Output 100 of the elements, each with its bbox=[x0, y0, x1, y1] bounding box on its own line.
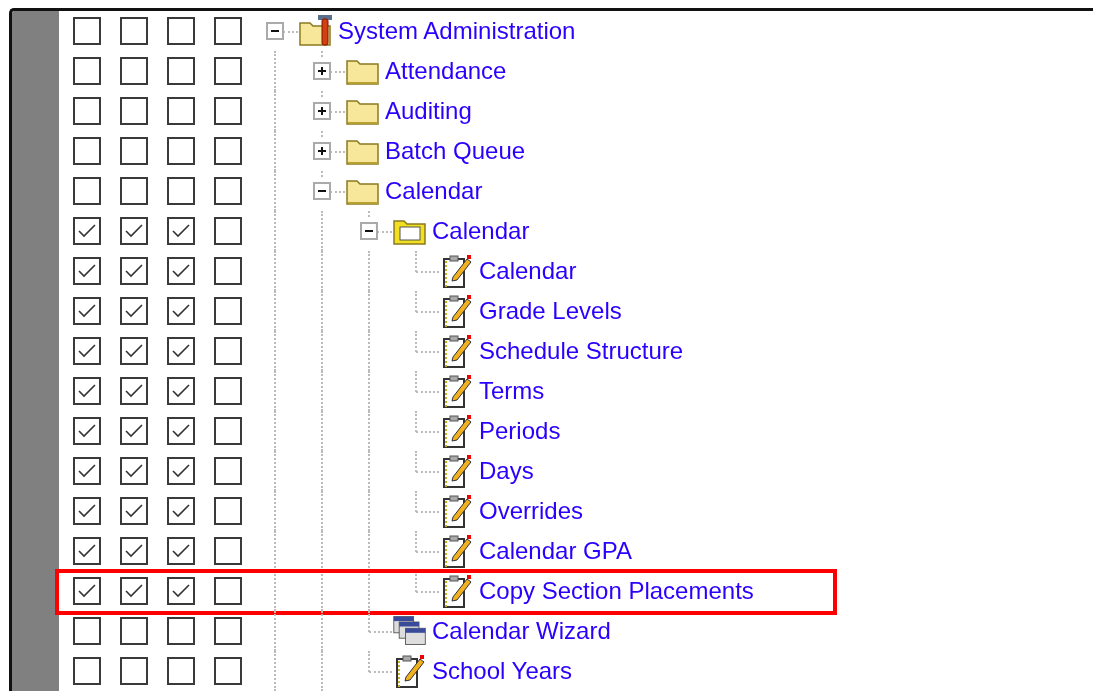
checkbox[interactable] bbox=[213, 17, 242, 45]
checkbox[interactable] bbox=[119, 137, 148, 165]
checkbox[interactable] bbox=[72, 577, 101, 605]
checkbox[interactable] bbox=[213, 417, 242, 445]
tree-item-link[interactable]: Schedule Structure bbox=[479, 337, 684, 365]
checkbox[interactable] bbox=[166, 337, 195, 365]
tree-item-link[interactable]: Batch Queue bbox=[385, 137, 526, 165]
toolbox-folder-icon bbox=[298, 13, 334, 49]
tree-item-link[interactable]: Calendar Wizard bbox=[432, 617, 611, 645]
tree-item-link[interactable]: Days bbox=[479, 457, 534, 485]
checkbox[interactable] bbox=[72, 257, 101, 285]
checkbox[interactable] bbox=[72, 457, 101, 485]
checkbox[interactable] bbox=[213, 217, 242, 245]
checkbox[interactable] bbox=[119, 497, 148, 525]
checkbox[interactable] bbox=[213, 617, 242, 645]
checkbox[interactable] bbox=[166, 377, 195, 405]
tree-item-link[interactable]: Periods bbox=[479, 417, 561, 445]
checkbox[interactable] bbox=[119, 337, 148, 365]
tree-item-link[interactable]: Overrides bbox=[479, 497, 584, 525]
checkbox[interactable] bbox=[166, 417, 195, 445]
collapse-toggle[interactable] bbox=[265, 22, 284, 40]
checkmark-icon bbox=[123, 463, 144, 479]
tree-item-link[interactable]: Copy Section Placements bbox=[479, 577, 754, 605]
checkbox[interactable] bbox=[72, 657, 101, 685]
checkbox[interactable] bbox=[72, 57, 101, 85]
checkbox[interactable] bbox=[213, 657, 242, 685]
checkbox[interactable] bbox=[213, 457, 242, 485]
checkbox[interactable] bbox=[72, 137, 101, 165]
checkbox[interactable] bbox=[72, 337, 101, 365]
checkmark-icon bbox=[170, 223, 191, 239]
checkbox[interactable] bbox=[72, 377, 101, 405]
checkbox[interactable] bbox=[119, 617, 148, 645]
checkbox[interactable] bbox=[166, 457, 195, 485]
tree-item-link[interactable]: School Years bbox=[432, 657, 573, 685]
tree-item-link[interactable]: Calendar bbox=[385, 177, 483, 205]
expand-toggle[interactable] bbox=[312, 102, 331, 120]
checkbox[interactable] bbox=[119, 57, 148, 85]
checkbox[interactable] bbox=[72, 497, 101, 525]
expand-toggle[interactable] bbox=[312, 142, 331, 160]
checkbox[interactable] bbox=[119, 177, 148, 205]
tree-item-link[interactable]: Auditing bbox=[385, 97, 472, 125]
checkbox[interactable] bbox=[213, 297, 242, 325]
checkbox[interactable] bbox=[166, 537, 195, 565]
checkbox[interactable] bbox=[119, 257, 148, 285]
checkbox[interactable] bbox=[213, 177, 242, 205]
checkbox[interactable] bbox=[72, 97, 101, 125]
checkbox[interactable] bbox=[213, 97, 242, 125]
tree-item-link[interactable]: System Administration bbox=[338, 17, 576, 45]
checkbox[interactable] bbox=[119, 657, 148, 685]
checkbox[interactable] bbox=[166, 177, 195, 205]
checkbox[interactable] bbox=[72, 617, 101, 645]
checkbox[interactable] bbox=[166, 577, 195, 605]
checkbox[interactable] bbox=[166, 497, 195, 525]
checkbox[interactable] bbox=[213, 137, 242, 165]
checkbox[interactable] bbox=[213, 337, 242, 365]
checkbox[interactable] bbox=[119, 417, 148, 445]
expand-toggle[interactable] bbox=[312, 62, 331, 80]
checkbox[interactable] bbox=[72, 217, 101, 245]
checkbox[interactable] bbox=[72, 417, 101, 445]
checkbox[interactable] bbox=[166, 137, 195, 165]
checkbox[interactable] bbox=[213, 377, 242, 405]
checkbox[interactable] bbox=[119, 217, 148, 245]
checkbox[interactable] bbox=[119, 297, 148, 325]
checkbox[interactable] bbox=[166, 57, 195, 85]
checkbox[interactable] bbox=[119, 537, 148, 565]
checkbox[interactable] bbox=[166, 257, 195, 285]
checkmark-icon bbox=[123, 343, 144, 359]
checkbox[interactable] bbox=[119, 577, 148, 605]
checkbox[interactable] bbox=[119, 457, 148, 485]
checkmark-icon bbox=[170, 343, 191, 359]
collapse-toggle[interactable] bbox=[359, 222, 378, 240]
checkbox[interactable] bbox=[213, 257, 242, 285]
checkbox[interactable] bbox=[166, 17, 195, 45]
checkmark-icon bbox=[76, 503, 97, 519]
tree-item-link[interactable]: Calendar bbox=[479, 257, 577, 285]
collapse-toggle[interactable] bbox=[312, 182, 331, 200]
tree-item-link[interactable]: Attendance bbox=[385, 57, 507, 85]
checkbox[interactable] bbox=[213, 57, 242, 85]
checkbox[interactable] bbox=[72, 177, 101, 205]
checkmark-icon bbox=[76, 223, 97, 239]
checkbox[interactable] bbox=[166, 617, 195, 645]
checkmark-icon bbox=[76, 343, 97, 359]
checkbox[interactable] bbox=[119, 17, 148, 45]
checkbox[interactable] bbox=[213, 497, 242, 525]
tree-item-link[interactable]: Calendar GPA bbox=[479, 537, 632, 565]
tree-item-link[interactable]: Calendar bbox=[432, 217, 530, 245]
checkbox[interactable] bbox=[72, 537, 101, 565]
checkbox[interactable] bbox=[166, 217, 195, 245]
checkbox[interactable] bbox=[72, 297, 101, 325]
checkbox[interactable] bbox=[72, 17, 101, 45]
checkbox[interactable] bbox=[166, 657, 195, 685]
checkbox[interactable] bbox=[119, 377, 148, 405]
tree-item-link[interactable]: Terms bbox=[479, 377, 545, 405]
checkbox[interactable] bbox=[166, 297, 195, 325]
checkbox[interactable] bbox=[119, 97, 148, 125]
checkbox[interactable] bbox=[166, 97, 195, 125]
checkbox[interactable] bbox=[213, 577, 242, 605]
tree-item-link[interactable]: Grade Levels bbox=[479, 297, 622, 325]
checkmark-icon bbox=[76, 463, 97, 479]
checkbox[interactable] bbox=[213, 537, 242, 565]
